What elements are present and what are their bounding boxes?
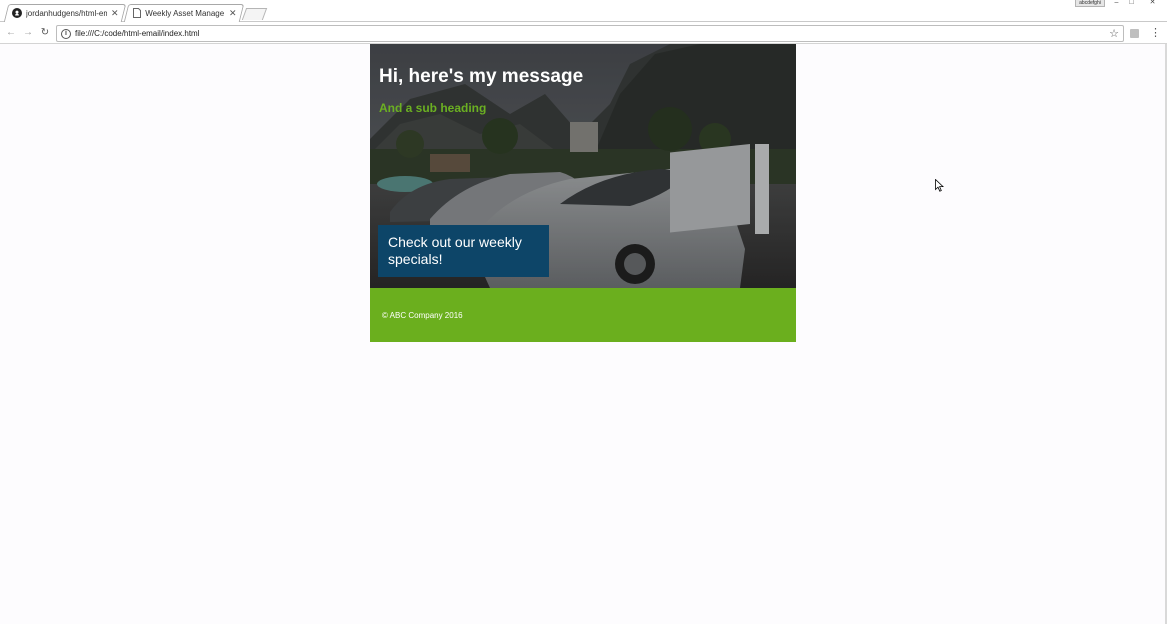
chrome-menu-icon[interactable]: ⋮	[1150, 26, 1161, 40]
email-footer: © ABC Company 2016	[370, 288, 796, 342]
tab-github-close-icon[interactable]: ✕	[111, 8, 119, 18]
browser-toolbar: ← → ↻ i file:///C:/code/html-email/index…	[0, 22, 1167, 44]
address-bar[interactable]: i file:///C:/code/html-email/index.html …	[56, 25, 1124, 42]
address-url[interactable]: file:///C:/code/html-email/index.html	[75, 29, 200, 38]
minimize-icon[interactable]: –	[1110, 0, 1123, 7]
tab-github-label[interactable]: jordanhudgens/html-em	[12, 4, 107, 22]
tab-weekly-asset-close-icon[interactable]: ✕	[229, 8, 237, 18]
hero-section: Hi, here's my message And a sub heading …	[370, 44, 796, 288]
mouse-cursor-icon	[935, 179, 944, 192]
weekly-specials-button[interactable]: Check out our weekly specials!	[378, 225, 549, 277]
forward-arrow-icon[interactable]: →	[21, 26, 35, 40]
footer-copyright: © ABC Company 2016	[382, 310, 463, 320]
email-container: Hi, here's my message And a sub heading …	[370, 44, 796, 342]
github-icon	[12, 8, 22, 18]
info-icon[interactable]: i	[61, 29, 71, 39]
tab-weekly-asset-label[interactable]: Weekly Asset Managem	[132, 4, 224, 22]
window-close-icon[interactable]: ✕	[1146, 0, 1159, 7]
tab-strip: jordanhudgens/html-em ✕ Weekly Asset Man…	[0, 0, 1167, 22]
extension-icon[interactable]	[1130, 29, 1139, 38]
maximize-icon[interactable]: □	[1125, 0, 1138, 7]
reload-icon[interactable]: ↻	[38, 26, 52, 40]
bookmark-star-icon[interactable]: ☆	[1109, 27, 1119, 40]
document-icon	[132, 8, 141, 18]
hero-subheading: And a sub heading	[379, 101, 487, 115]
back-arrow-icon[interactable]: ←	[4, 26, 18, 40]
hero-title: Hi, here's my message	[379, 66, 584, 87]
new-tab-button[interactable]	[241, 8, 268, 20]
profile-button[interactable]: abcdefghi	[1075, 0, 1105, 7]
